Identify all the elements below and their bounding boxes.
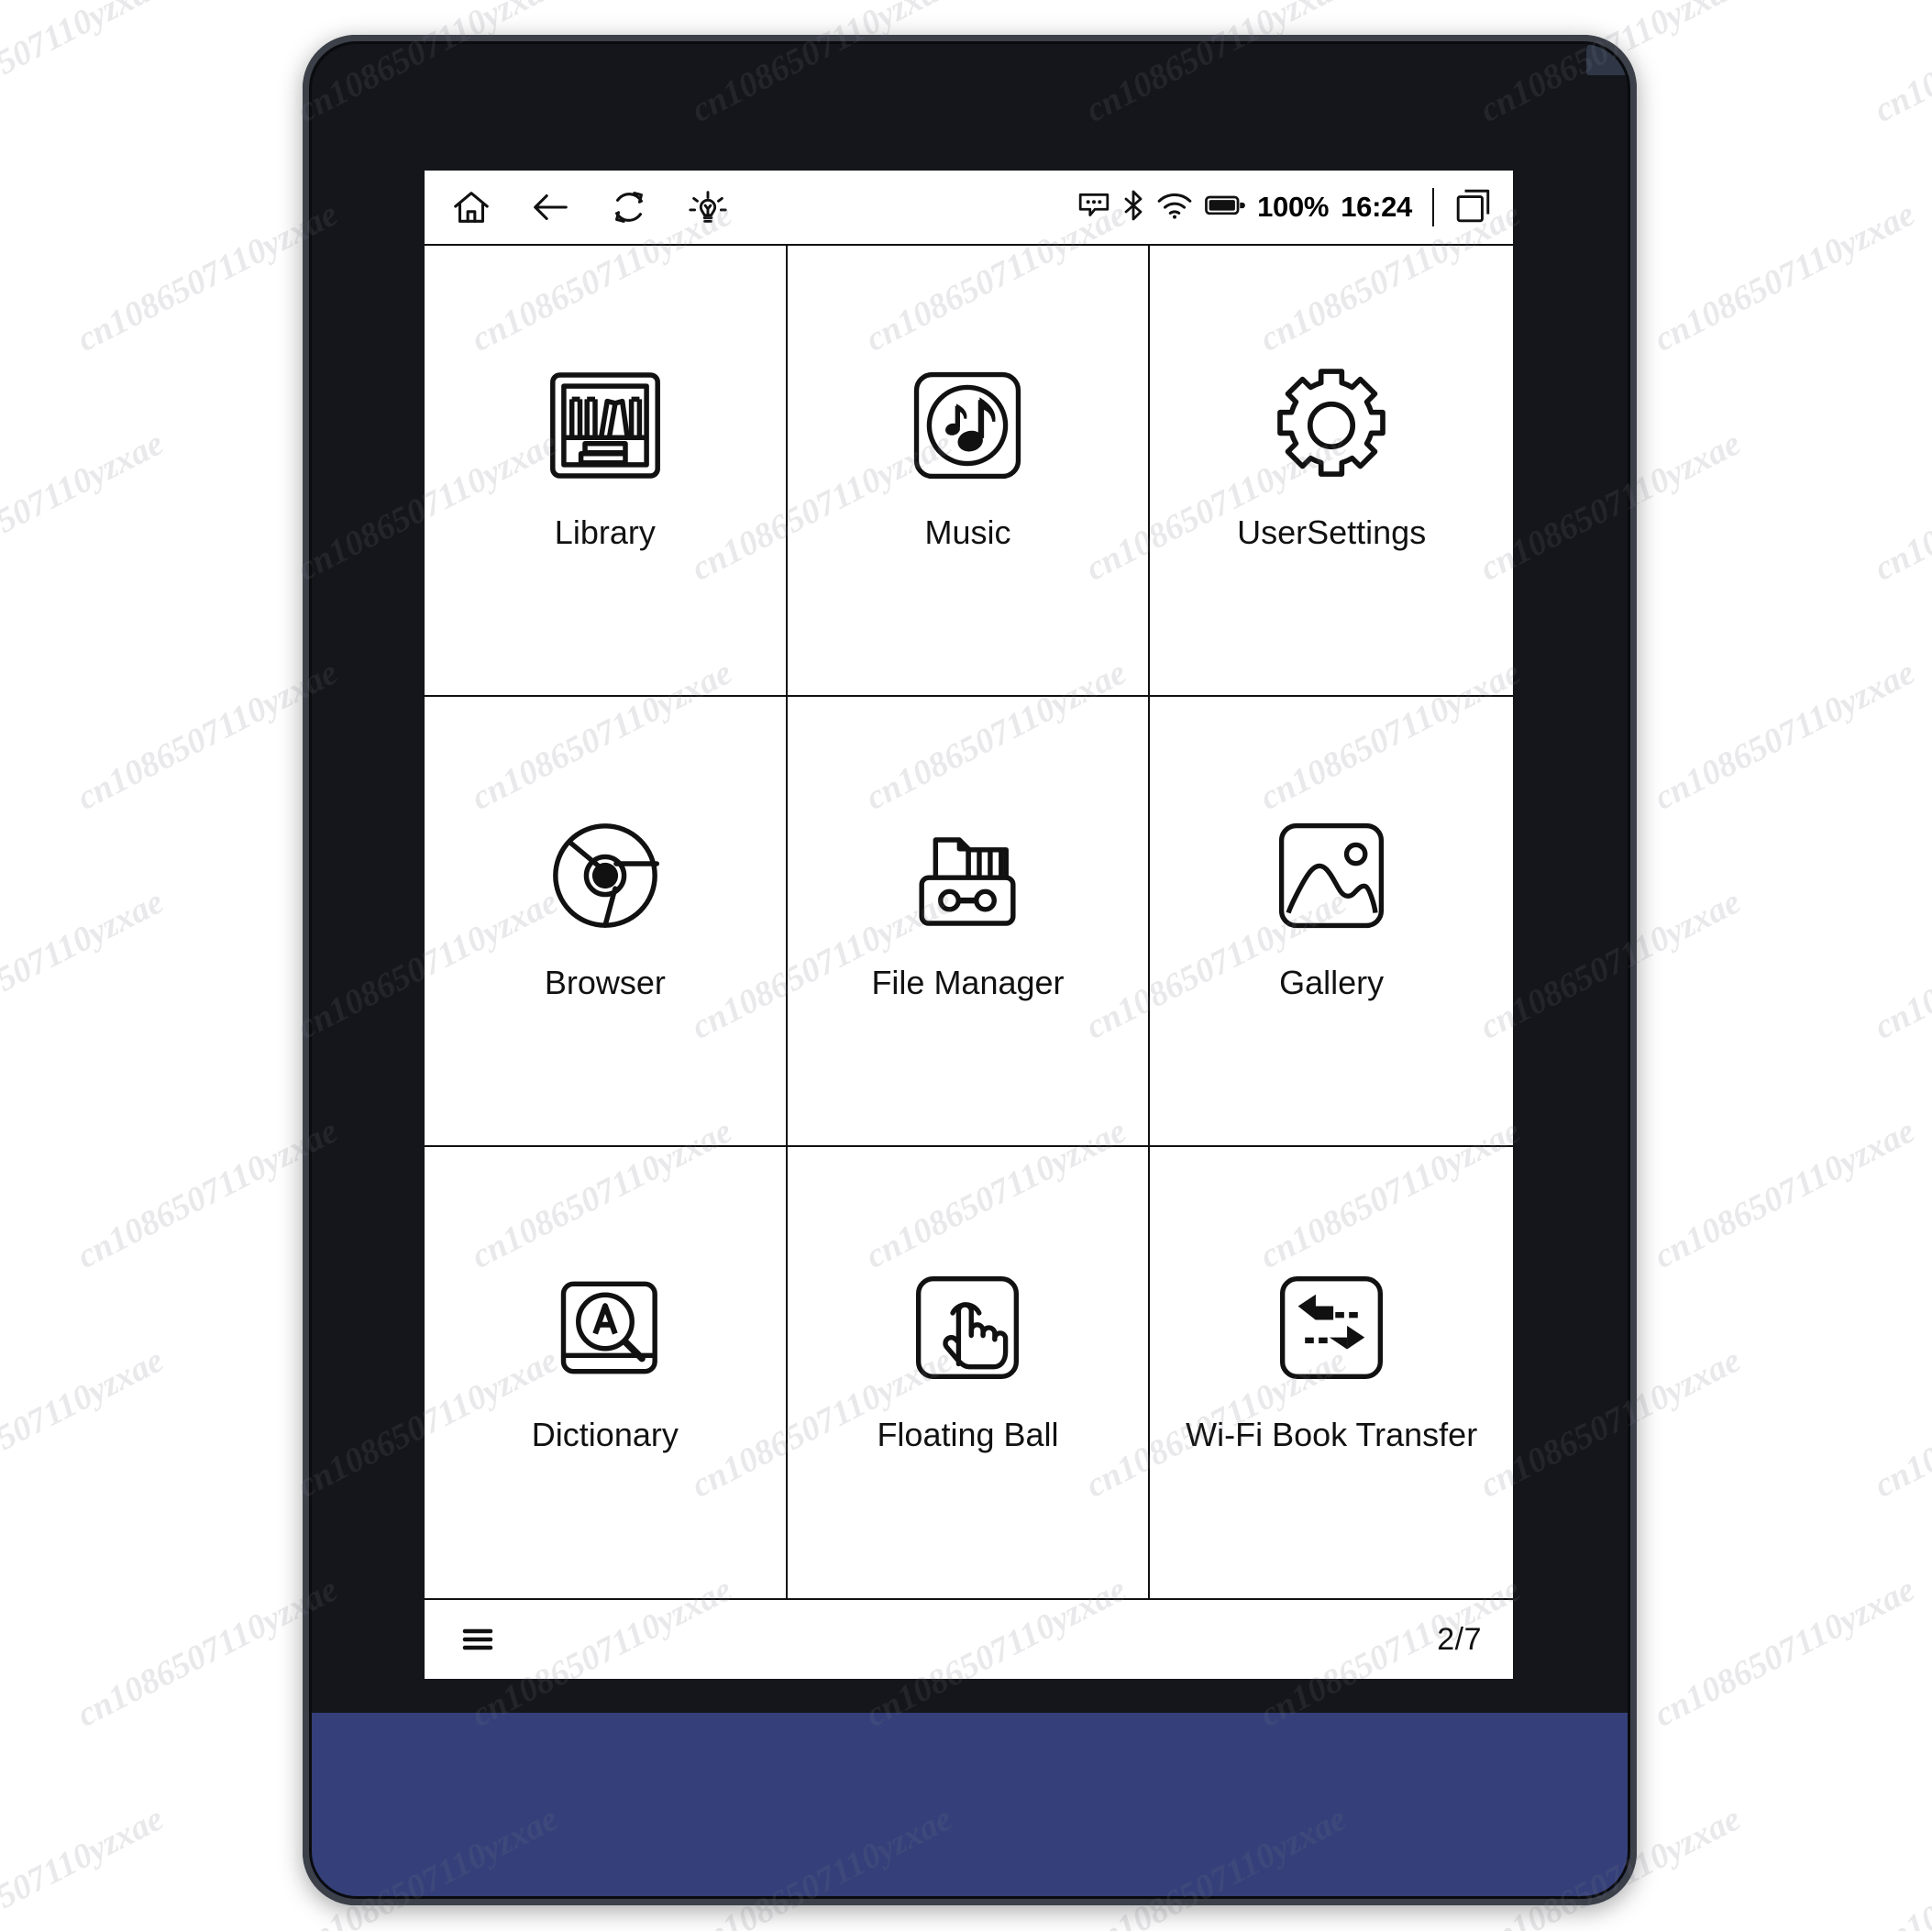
music-note-icon — [903, 361, 1032, 490]
screenshot-root: 100% 16:24 Library Music UserSettings Br… — [0, 0, 1932, 1931]
app-label: Library — [554, 513, 656, 551]
watermark-text: cn1086507110yzxae — [1648, 653, 1921, 818]
power-button[interactable] — [1586, 44, 1637, 75]
app-tile-library[interactable]: Library — [425, 246, 788, 697]
battery-icon — [1205, 194, 1246, 221]
ereader-device: 100% 16:24 Library Music UserSettings Br… — [303, 35, 1637, 1905]
app-label: Gallery — [1279, 964, 1385, 1002]
app-label: Floating Ball — [877, 1416, 1059, 1454]
watermark-text: cn1086507110yzxae — [0, 882, 170, 1047]
dictionary-magnifier-icon — [541, 1263, 669, 1392]
app-label: Dictionary — [531, 1416, 679, 1454]
app-label: Browser — [544, 964, 666, 1002]
watermark-text: cn1086507110yzxae — [0, 424, 170, 589]
bookshelf-icon — [541, 361, 669, 490]
wifi-icon — [1156, 190, 1193, 225]
home-icon[interactable] — [450, 186, 492, 228]
clock: 16:24 — [1341, 191, 1412, 223]
app-label: Wi-Fi Book Transfer — [1186, 1416, 1478, 1454]
watermark-text: cn1086507110yzxae — [1868, 1799, 1932, 1931]
app-tile-music[interactable]: Music — [787, 246, 1151, 697]
app-tile-wifibooktransfer[interactable]: Wi-Fi Book Transfer — [1150, 1147, 1513, 1598]
device-bottom-bezel — [303, 1713, 1637, 1905]
file-drawer-icon — [903, 811, 1032, 940]
app-tile-floatingball[interactable]: Floating Ball — [788, 1147, 1151, 1598]
gear-icon — [1267, 361, 1396, 490]
image-mountain-icon — [1267, 811, 1396, 940]
watermark-text: cn1086507110yzxae — [1868, 882, 1932, 1047]
app-tile-gallery[interactable]: Gallery — [1150, 697, 1513, 1148]
app-label: UserSettings — [1237, 513, 1427, 551]
watermark-text: cn1086507110yzxae — [1868, 424, 1932, 589]
tap-hand-icon — [903, 1263, 1032, 1392]
eink-screen: 100% 16:24 Library Music UserSettings Br… — [425, 171, 1513, 1679]
app-grid: Library Music UserSettings Browser File … — [425, 244, 1513, 1598]
frontlight-icon[interactable] — [687, 186, 729, 228]
watermark-text: cn1086507110yzxae — [1648, 194, 1921, 359]
bluetooth-icon — [1122, 189, 1144, 226]
browser-chrome-icon — [541, 811, 669, 940]
watermark-text: cn1086507110yzxae — [1868, 1341, 1932, 1506]
status-indicator-group: 100% 16:24 — [1077, 186, 1493, 229]
watermark-text: cn1086507110yzxae — [0, 1799, 170, 1931]
multi-window-icon[interactable] — [1454, 186, 1493, 229]
status-divider — [1432, 188, 1434, 226]
battery-percent: 100% — [1257, 191, 1330, 223]
bottom-bar: 2/7 — [425, 1598, 1513, 1679]
app-tile-browser[interactable]: Browser — [425, 696, 788, 1148]
app-tile-filemanager[interactable]: File Manager — [787, 696, 1151, 1148]
hamburger-menu-icon[interactable] — [461, 1626, 494, 1653]
watermark-text: cn1086507110yzxae — [1648, 1111, 1921, 1276]
app-tile-dictionary[interactable]: Dictionary — [425, 1147, 788, 1598]
page-indicator: 2/7 — [1437, 1621, 1482, 1657]
status-bar: 100% 16:24 — [425, 171, 1513, 244]
back-icon[interactable] — [529, 186, 571, 228]
refresh-icon[interactable] — [608, 186, 650, 228]
notification-icon — [1077, 191, 1110, 225]
watermark-text: cn1086507110yzxae — [1868, 0, 1932, 130]
watermark-text: cn1086507110yzxae — [0, 0, 170, 130]
watermark-text: cn1086507110yzxae — [1648, 1570, 1921, 1735]
app-label: Music — [924, 513, 1011, 551]
transfer-arrows-icon — [1267, 1263, 1396, 1392]
app-tile-usersettings[interactable]: UserSettings — [1150, 246, 1513, 697]
watermark-text: cn1086507110yzxae — [0, 1341, 170, 1506]
app-label: File Manager — [871, 964, 1065, 1002]
nav-icon-group — [450, 186, 729, 228]
